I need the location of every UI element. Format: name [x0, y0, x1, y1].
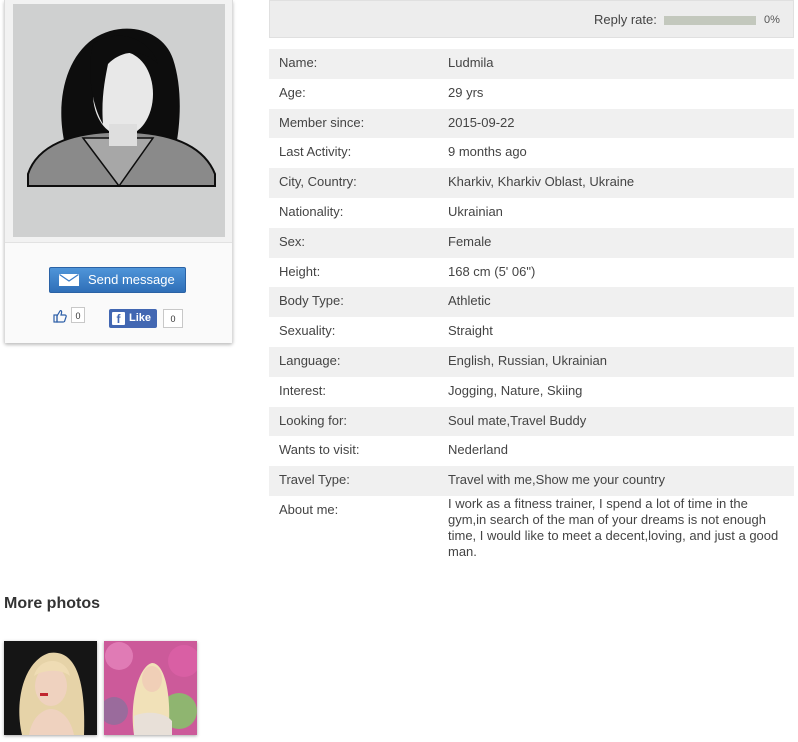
- info-row-label: Body Type:: [279, 293, 344, 309]
- photo-thumbnail[interactable]: [104, 641, 197, 735]
- info-row-label: Travel Type:: [279, 472, 350, 488]
- info-row-label: Language:: [279, 352, 341, 368]
- info-row: Age: 29 yrs: [269, 79, 794, 109]
- info-row-label: Interest:: [279, 382, 326, 398]
- info-row: City, Country: Kharkiv, Kharkiv Oblast, U…: [269, 168, 794, 198]
- info-row-value: Ludmila: [448, 55, 494, 70]
- thumbs-count: 0: [71, 307, 85, 323]
- facebook-like-count: 0: [163, 309, 183, 328]
- info-row: Interest: Jogging, Nature, Skiing: [269, 377, 794, 407]
- info-row-label: Nationality:: [279, 203, 344, 219]
- photo-2-image: [104, 641, 197, 735]
- info-row-value: Female: [448, 233, 492, 249]
- info-row-value: Travel with me,Show me your country: [448, 472, 665, 488]
- info-row-value: 9 months ago: [448, 144, 527, 160]
- info-row-label: Last Activity:: [279, 144, 352, 160]
- info-row-label: Sexuality:: [279, 323, 336, 339]
- info-row: Member since: 2015-09-22: [269, 108, 794, 139]
- info-row-value: Kharkiv, Kharkiv Oblast, Ukraine: [448, 174, 635, 190]
- info-row-value: 2015-09-22: [448, 114, 515, 130]
- thumbs-up-icon[interactable]: [53, 309, 67, 323]
- info-row: Nationality: Ukrainian: [269, 198, 794, 228]
- profile-card: Send message 0 f Like 0: [4, 0, 233, 343]
- info-row-value: Ukrainian: [448, 203, 503, 219]
- info-row: Sexuality: Straight: [269, 317, 794, 347]
- more-photos-title: More photos: [4, 595, 100, 612]
- info-row-value: Jogging, Nature, Skiing: [448, 382, 583, 398]
- info-row-label: Wants to visit:: [279, 442, 360, 458]
- female-silhouette-icon: [13, 4, 225, 237]
- card-actions: Send message 0 f Like 0: [5, 242, 232, 343]
- info-row-value: I work as a fitness trainer, I spend a l…: [448, 495, 779, 559]
- info-row-value: English, Russian, Ukrainian: [448, 352, 607, 368]
- reply-rate-progress: [664, 16, 756, 25]
- info-row-label: Member since:: [279, 114, 365, 130]
- info-row: Language: English, Russian, Ukrainian: [269, 346, 794, 377]
- send-message-label: Send message: [88, 272, 175, 287]
- facebook-like-label: Like: [129, 312, 152, 324]
- info-row: Looking for: Soul mate,Travel Buddy: [269, 406, 794, 437]
- info-row-label: Height:: [279, 263, 321, 279]
- facebook-icon: f: [112, 312, 125, 326]
- info-row: Name: Ludmila: [269, 49, 794, 79]
- profile-info-table: Name: Ludmila Age: 29 yrs Member since: 2015-…: [269, 49, 794, 586]
- facebook-like-button[interactable]: f Like: [109, 309, 157, 328]
- reply-rate-bar: Reply rate: 0%: [269, 0, 794, 38]
- photo-1-image: [4, 641, 97, 735]
- info-row-label: Name:: [279, 55, 318, 70]
- info-row-label: Sex:: [279, 233, 306, 249]
- info-row-value: Soul mate,Travel Buddy: [448, 412, 587, 428]
- info-row-value: 29 yrs: [448, 84, 484, 100]
- info-row: Sex: Female: [269, 227, 794, 258]
- info-row: Last Activity: 9 months ago: [269, 138, 794, 168]
- info-row-value: Nederland: [448, 442, 508, 458]
- info-row: Travel Type: Travel with me,Show me your …: [269, 466, 794, 496]
- info-row-value: Straight: [448, 323, 493, 339]
- info-row: Body Type: Athletic: [269, 287, 794, 318]
- info-row-value: 168 cm (5' 06"): [448, 263, 536, 279]
- info-row-label: Age:: [279, 84, 306, 100]
- info-row: Height: 168 cm (5' 06"): [269, 258, 794, 288]
- photo-thumbnail[interactable]: [4, 641, 97, 735]
- reply-rate-label: Reply rate:: [594, 12, 657, 27]
- envelope-icon: [59, 274, 79, 286]
- info-row-label: City, Country:: [279, 174, 357, 190]
- info-row-label: About me:: [279, 501, 339, 517]
- info-row-value: Athletic: [448, 293, 491, 309]
- send-message-button[interactable]: Send message: [49, 267, 186, 293]
- avatar: [13, 4, 225, 237]
- info-row: Wants to visit: Nederland: [269, 436, 794, 466]
- reply-rate-value: 0%: [764, 14, 780, 26]
- info-row: About me: I work as a fitness trainer, I …: [269, 496, 794, 586]
- info-row-label: Looking for:: [279, 412, 347, 428]
